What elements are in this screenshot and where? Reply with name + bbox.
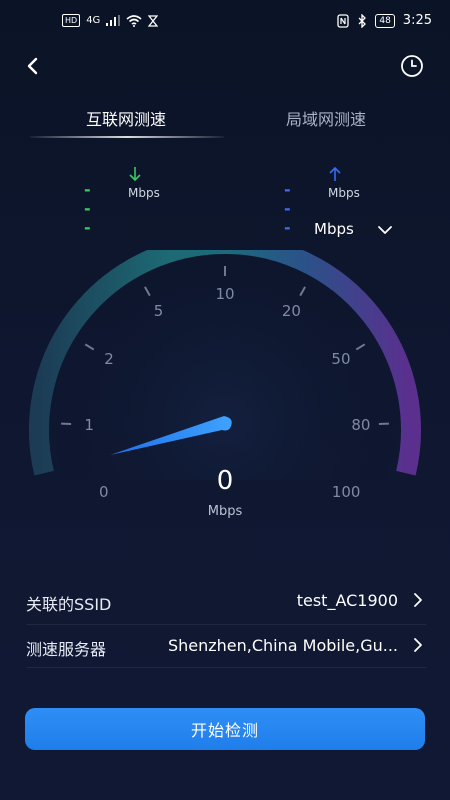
- wifi-icon: [126, 14, 142, 27]
- status-bar-left: HD 4G: [62, 14, 159, 27]
- hd-badge: HD: [62, 14, 81, 27]
- server-row[interactable]: 测速服务器 Shenzhen,China Mobile,Gu...: [26, 624, 426, 668]
- unit-select-value: Mbps: [314, 220, 354, 238]
- gauge-label-5: 5: [153, 302, 164, 321]
- gauge-label-2: 2: [104, 349, 114, 368]
- chevron-right-icon: [414, 593, 422, 607]
- upload-rate-value: ---: [284, 180, 292, 237]
- speedtest-tabs: 互联网测速 局域网测速: [0, 100, 450, 140]
- unit-select[interactable]: Mbps: [314, 220, 404, 242]
- hourglass-icon: [148, 14, 159, 27]
- upload-rate-unit: Mbps: [328, 186, 360, 200]
- gauge-label-10: 10: [215, 285, 235, 303]
- start-test-button[interactable]: 开始检测: [25, 708, 425, 750]
- ssid-row[interactable]: 关联的SSID test_AC1900: [26, 580, 426, 624]
- battery-indicator: 48: [375, 13, 395, 28]
- clock-icon: [401, 55, 423, 77]
- chevron-down-icon: [378, 226, 392, 234]
- nfc-icon: [337, 13, 349, 28]
- gauge-speed-unit: Mbps: [207, 504, 243, 519]
- download-rate-value: ---: [84, 180, 92, 237]
- ssid-value: test_AC1900: [296, 591, 398, 610]
- status-time: 3:25: [402, 13, 432, 28]
- gauge-label-0: 0: [99, 482, 109, 501]
- server-label: 测速服务器: [26, 640, 107, 659]
- signal-label: 4G: [86, 15, 101, 26]
- gauge-label-80: 80: [351, 415, 371, 434]
- server-value: Shenzhen,China Mobile,Gu...: [167, 636, 398, 655]
- bluetooth-icon: [358, 13, 367, 28]
- gauge-label-1: 1: [84, 415, 94, 434]
- tab-lan-speedtest[interactable]: 局域网测速: [226, 106, 426, 130]
- status-bar: HD 4G 48 3:25: [0, 0, 450, 44]
- gauge-label-20: 20: [281, 302, 301, 321]
- ssid-label: 关联的SSID: [26, 595, 112, 614]
- chevron-left-icon: [27, 57, 38, 75]
- gauge-speed-value: 0: [216, 466, 234, 496]
- arrow-down-icon: [129, 167, 141, 182]
- arrow-up-icon: [329, 166, 341, 181]
- tab-internet-speedtest[interactable]: 互联网测速: [26, 106, 226, 130]
- gauge-label-50: 50: [331, 349, 351, 368]
- history-button[interactable]: [400, 54, 424, 78]
- status-bar-right: 48 3:25: [337, 13, 432, 28]
- start-test-label: 开始检测: [190, 721, 259, 740]
- gauge-label-100: 100: [331, 482, 361, 501]
- active-tab-indicator: [30, 136, 224, 138]
- cellular-icon: [106, 15, 121, 26]
- chevron-right-icon: [414, 638, 422, 652]
- download-rate-unit: Mbps: [128, 186, 160, 200]
- back-button[interactable]: [20, 52, 48, 80]
